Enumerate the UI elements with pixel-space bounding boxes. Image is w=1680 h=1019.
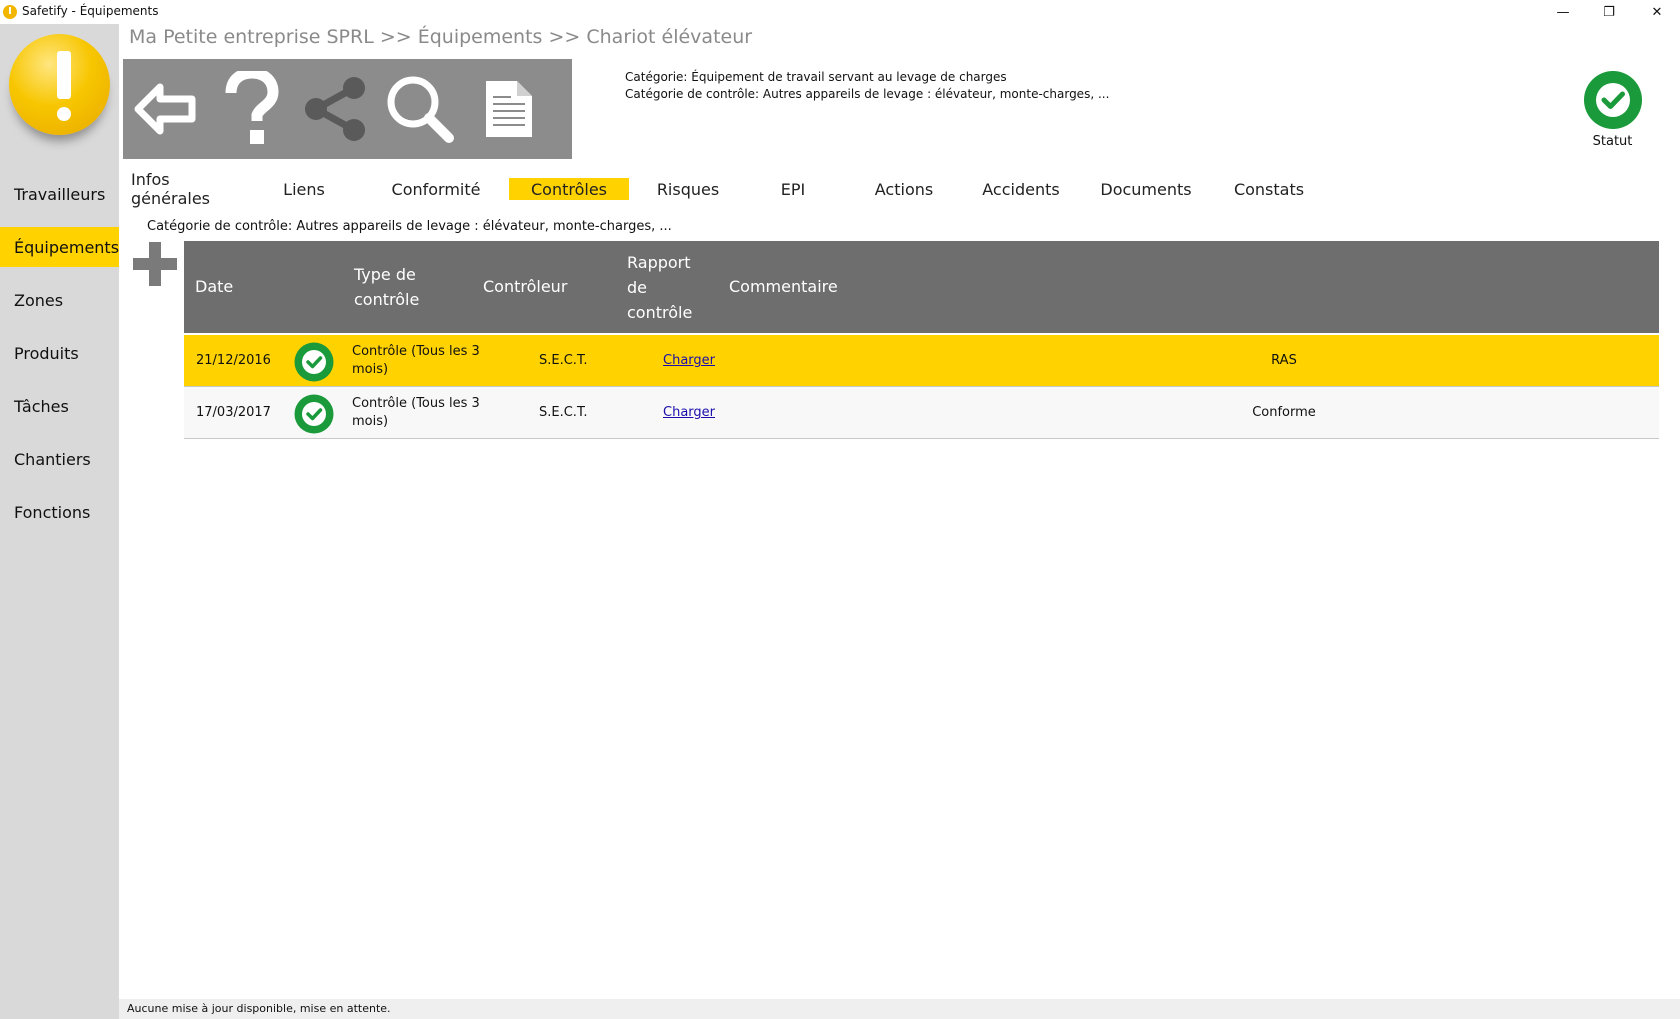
share-icon <box>305 77 365 141</box>
sidebar-item-label: Travailleurs <box>14 184 106 204</box>
logo-exclamation-dot <box>57 107 71 121</box>
tab-infos-generales[interactable]: Infos générales <box>131 170 251 208</box>
close-button[interactable]: ✕ <box>1634 0 1680 24</box>
tab-epi[interactable]: EPI <box>743 178 843 200</box>
sidebar-item-produits[interactable]: Produits <box>0 333 119 373</box>
header-type-line1: Type de <box>354 265 416 284</box>
header-date[interactable]: Date <box>195 274 233 299</box>
sidebar-item-chantiers[interactable]: Chantiers <box>0 439 119 479</box>
tab-liens[interactable]: Liens <box>259 178 349 200</box>
toolbar <box>123 59 572 159</box>
control-category-text: Catégorie de contrôle: Autres appareils … <box>625 87 1110 101</box>
sidebar-item-equipements[interactable]: Équipements <box>0 227 119 267</box>
row-type: Contrôle (Tous les 3 mois) <box>352 344 480 377</box>
plus-icon-vertical <box>149 242 161 286</box>
header-report-line3: contrôle <box>627 303 693 322</box>
sidebar-item-label: Tâches <box>14 396 69 416</box>
header-controller[interactable]: Contrôleur <box>483 274 567 299</box>
logo-exclamation-bar <box>57 51 71 99</box>
sidebar-item-label: Produits <box>14 343 79 363</box>
back-arrow-icon <box>134 83 196 135</box>
tab-controles[interactable]: Contrôles <box>509 178 629 200</box>
search-icon <box>387 76 454 143</box>
maximize-button[interactable]: ❐ <box>1586 0 1632 24</box>
status-bar: Aucune mise à jour disponible, mise en a… <box>119 999 1680 1019</box>
row-comment: Conforme <box>1252 405 1316 420</box>
sidebar: Travailleurs Équipements Zones Produits … <box>0 24 119 1019</box>
row-controller: S.E.C.T. <box>539 353 588 368</box>
back-button[interactable] <box>125 69 205 149</box>
row-report-link[interactable]: Charger <box>663 405 715 420</box>
tab-bar: Infos générales Liens Conformité Contrôl… <box>119 170 1680 208</box>
search-button[interactable] <box>380 69 460 149</box>
row-controller: S.E.C.T. <box>539 405 588 420</box>
sidebar-item-travailleurs[interactable]: Travailleurs <box>0 174 119 214</box>
controls-table: Date Type de contrôle Contrôleur Rapport… <box>184 241 1659 439</box>
header-type[interactable]: Type de contrôle <box>354 262 419 312</box>
help-button[interactable] <box>211 69 291 149</box>
help-icon <box>225 71 279 144</box>
app-logo-icon <box>3 5 17 19</box>
tab-constats[interactable]: Constats <box>1209 178 1329 200</box>
control-category-subtitle: Catégorie de contrôle: Autres appareils … <box>147 219 672 234</box>
header-report[interactable]: Rapport de contrôle <box>627 250 692 325</box>
header-report-line2: de <box>627 278 647 297</box>
document-icon <box>486 81 532 137</box>
tab-risques[interactable]: Risques <box>628 178 748 200</box>
tab-accidents[interactable]: Accidents <box>961 178 1081 200</box>
header-report-line1: Rapport <box>627 253 691 272</box>
add-control-button[interactable] <box>133 242 177 286</box>
sidebar-item-label: Zones <box>14 290 64 310</box>
sidebar-item-label: Chantiers <box>14 449 91 469</box>
status-button[interactable] <box>1583 70 1643 130</box>
warning-logo-icon <box>9 34 110 135</box>
row-comment: RAS <box>1271 353 1297 368</box>
table-header: Date Type de contrôle Contrôleur Rapport… <box>184 241 1659 333</box>
sidebar-item-label: Équipements <box>14 237 120 257</box>
table-row[interactable]: 17/03/2017 Contrôle (Tous les 3 mois) S.… <box>184 387 1659 439</box>
window-title: Safetify - Équipements <box>22 4 159 18</box>
status-check-icon <box>1584 71 1642 129</box>
row-status-check-icon <box>294 342 334 382</box>
tab-documents[interactable]: Documents <box>1086 178 1206 200</box>
title-bar: Safetify - Équipements — ❐ ✕ <box>0 0 1680 24</box>
header-comment[interactable]: Commentaire <box>729 274 838 299</box>
category-text: Catégorie: Équipement de travail servant… <box>625 70 1007 84</box>
row-date: 17/03/2017 <box>196 405 271 420</box>
row-status-check-icon <box>294 394 334 434</box>
breadcrumb: Ma Petite entreprise SPRL >> Équipements… <box>129 26 753 48</box>
row-report-link[interactable]: Charger <box>663 353 715 368</box>
sidebar-item-taches[interactable]: Tâches <box>0 386 119 426</box>
sidebar-item-zones[interactable]: Zones <box>0 280 119 320</box>
table-row[interactable]: 21/12/2016 Contrôle (Tous les 3 mois) S.… <box>184 335 1659 387</box>
status-bar-text: Aucune mise à jour disponible, mise en a… <box>127 1002 391 1015</box>
app-window: Safetify - Équipements — ❐ ✕ Travailleur… <box>0 0 1680 1019</box>
sidebar-item-fonctions[interactable]: Fonctions <box>0 492 119 532</box>
header-type-line2: contrôle <box>354 290 420 309</box>
share-button[interactable] <box>295 69 375 149</box>
tab-conformite[interactable]: Conformité <box>376 178 496 200</box>
document-button[interactable] <box>469 69 549 149</box>
minimize-button[interactable]: — <box>1540 0 1586 24</box>
tab-actions[interactable]: Actions <box>844 178 964 200</box>
row-date: 21/12/2016 <box>196 353 271 368</box>
row-type: Contrôle (Tous les 3 mois) <box>352 396 480 429</box>
sidebar-item-label: Fonctions <box>14 502 91 522</box>
status-label: Statut <box>1592 134 1633 149</box>
